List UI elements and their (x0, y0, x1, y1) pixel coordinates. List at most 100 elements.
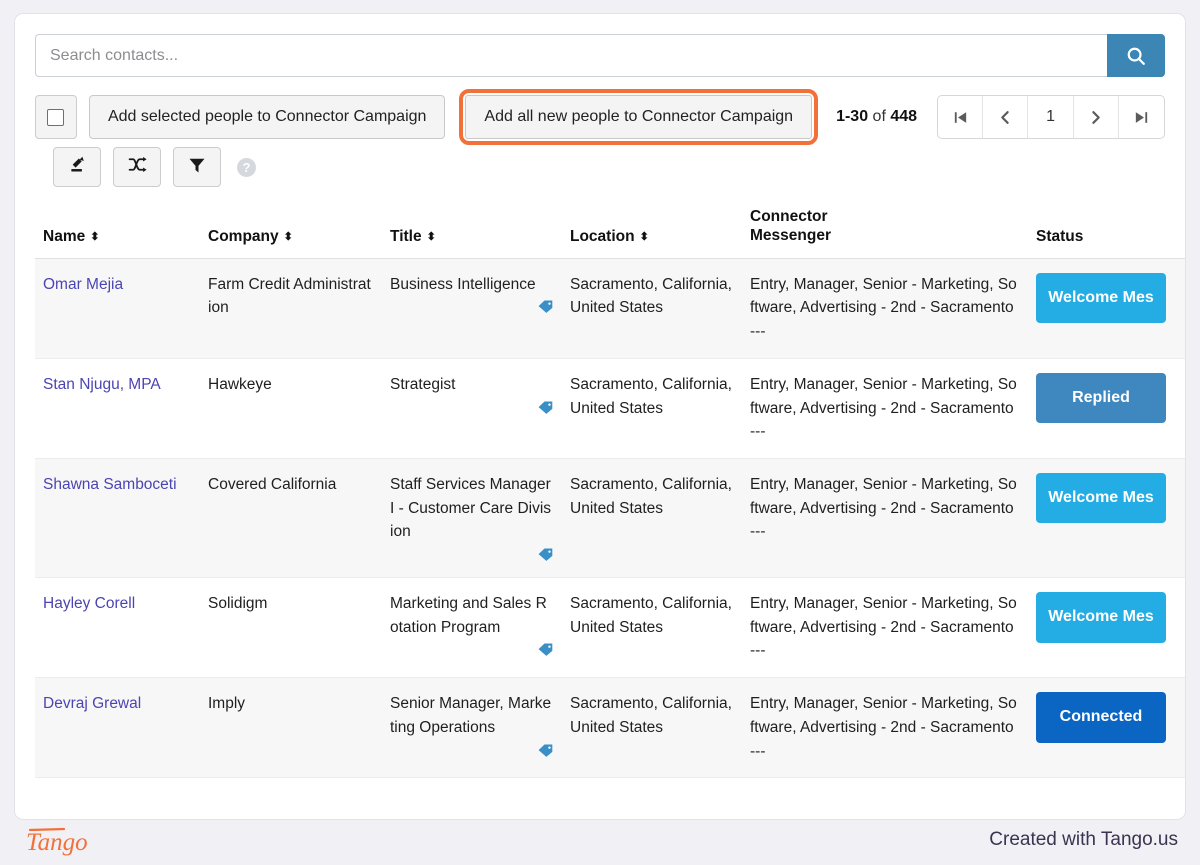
tag-icon[interactable] (390, 399, 554, 416)
column-header-name[interactable]: Name ⬍ (35, 197, 200, 259)
location-text: Sacramento, California, United States (570, 475, 732, 517)
filter-icon (187, 155, 207, 180)
tango-logo: Tango (22, 823, 122, 857)
contacts-table-body: Omar Mejia Farm Credit Administration Busi… (35, 258, 1185, 779)
sort-icon-location[interactable]: ⬍ (640, 231, 649, 243)
table-row: Omar Mejia Farm Credit Administration Busi… (35, 258, 1185, 359)
first-page-button[interactable] (938, 96, 984, 138)
next-page-button[interactable] (1074, 96, 1119, 138)
location-text: Sacramento, California, United States (570, 695, 732, 736)
connector-text: Entry, Manager, Senior - Marketing, Soft… (750, 475, 1017, 517)
column-label-title: Title (390, 227, 422, 245)
export-button[interactable] (53, 147, 101, 187)
result-range: 1-30 (836, 108, 869, 125)
title-text: Business Intelligence (390, 275, 536, 293)
status-badge[interactable]: Replied (1036, 372, 1166, 424)
primary-toolbar: Add selected people to Connector Campaig… (35, 89, 1165, 145)
cell-name: Shawna Samboceti (35, 458, 200, 579)
help-icon[interactable]: ? (237, 157, 256, 177)
contact-name-link[interactable]: Stan Njugu, MPA (43, 376, 161, 393)
select-all-checkbox[interactable] (35, 95, 77, 139)
table-row: Stan Njugu, MPA Hawkeye Strategist Sacramen… (35, 358, 1185, 459)
cell-title: Staff Services Manager I - Customer Care… (382, 458, 562, 579)
cell-title: Senior Manager, Marketing Operations (382, 677, 562, 779)
company-text: Hawkeye (208, 375, 272, 393)
contact-name-link[interactable]: Shawna Samboceti (43, 476, 177, 493)
tag-icon[interactable] (390, 641, 554, 658)
current-page-input[interactable]: 1 (1028, 96, 1074, 138)
title-text: Staff Services Manager I - Customer Care… (390, 475, 552, 541)
status-badge[interactable]: Welcome Mes (1036, 272, 1166, 324)
connector-subtext: --- (750, 642, 766, 660)
connector-subtext: --- (750, 742, 766, 760)
shuffle-icon (127, 154, 148, 180)
table-row: Devraj Grewal Imply Senior Manager, Market… (35, 677, 1185, 779)
tag-icon[interactable] (390, 546, 554, 563)
contact-name-link[interactable]: Devraj Grewal (43, 695, 141, 712)
location-text: Sacramento, California, United States (570, 595, 732, 636)
svg-text:Tango: Tango (26, 829, 88, 856)
search-bar (35, 34, 1165, 77)
column-header-connector-messenger: Connector Messenger (742, 197, 1028, 259)
tag-icon[interactable] (390, 742, 554, 759)
contact-name-link[interactable]: Hayley Corell (43, 595, 135, 612)
company-text: Solidigm (208, 595, 268, 613)
company-text: Covered California (208, 475, 337, 493)
connector-subtext: --- (750, 523, 766, 541)
table-row: Hayley Corell Solidigm Marketing and Sales… (35, 577, 1185, 679)
status-badge[interactable]: Connected (1036, 692, 1166, 743)
app-page: Add selected people to Connector Campaig… (0, 0, 1200, 865)
cell-title: Marketing and Sales Rotation Program (382, 577, 562, 679)
cell-location: Sacramento, California, United States (562, 577, 742, 679)
sort-icon-name[interactable]: ⬍ (90, 231, 99, 243)
shuffle-button[interactable] (113, 147, 161, 187)
column-label-company: Company (208, 227, 279, 245)
column-label-connector-line2: Messenger (750, 227, 831, 245)
add-all-new-highlight-ring: Add all new people to Connector Campaign (459, 89, 819, 145)
cell-company: Covered California (200, 458, 382, 579)
cell-connector-messenger: Entry, Manager, Senior - Marketing, Soft… (742, 677, 1028, 779)
cell-location: Sacramento, California, United States (562, 358, 742, 459)
tag-icon[interactable] (390, 298, 554, 315)
column-header-location[interactable]: Location ⬍ (562, 197, 742, 259)
cell-company: Farm Credit Administration (200, 258, 382, 359)
search-icon (1125, 45, 1147, 67)
status-badge[interactable]: Welcome Mes (1036, 472, 1166, 524)
cell-status: Welcome Mes (1028, 258, 1185, 359)
created-with-label: Created with Tango.us (989, 828, 1178, 850)
company-text: Farm Credit Administration (208, 275, 371, 317)
cell-status: Replied (1028, 358, 1185, 459)
cell-name: Stan Njugu, MPA (35, 358, 200, 459)
column-header-company[interactable]: Company ⬍ (200, 197, 382, 259)
cell-title: Business Intelligence (382, 258, 562, 359)
connector-subtext: --- (750, 323, 766, 341)
table-row: Shawna Samboceti Covered California Staff … (35, 458, 1185, 579)
status-badge[interactable]: Welcome Mes (1036, 592, 1166, 643)
prev-page-button[interactable] (983, 96, 1029, 138)
column-label-status: Status (1036, 227, 1084, 245)
add-selected-people-button[interactable]: Add selected people to Connector Campaig… (88, 95, 446, 139)
cell-name: Devraj Grewal (35, 677, 200, 779)
cell-status: Connected (1028, 677, 1185, 779)
connector-text: Entry, Manager, Senior - Marketing, Soft… (750, 275, 1017, 317)
add-all-new-people-button[interactable]: Add all new people to Connector Campaign (465, 95, 813, 139)
column-header-title[interactable]: Title ⬍ (382, 197, 562, 259)
connector-text: Entry, Manager, Senior - Marketing, Soft… (750, 595, 1017, 636)
tango-footer: Tango Created with Tango.us (0, 820, 1200, 865)
sort-icon-company[interactable]: ⬍ (284, 231, 293, 243)
last-page-button[interactable] (1119, 96, 1164, 138)
cell-company: Hawkeye (200, 358, 382, 459)
search-button[interactable] (1107, 34, 1165, 77)
search-input[interactable] (35, 34, 1107, 77)
filter-button[interactable] (173, 147, 221, 187)
cell-location: Sacramento, California, United States (562, 677, 742, 779)
cell-connector-messenger: Entry, Manager, Senior - Marketing, Soft… (742, 258, 1028, 359)
connector-text: Entry, Manager, Senior - Marketing, Soft… (750, 695, 1017, 736)
connector-text: Entry, Manager, Senior - Marketing, Soft… (750, 375, 1017, 417)
cell-location: Sacramento, California, United States (562, 258, 742, 359)
cell-title: Strategist (382, 358, 562, 459)
pagination-controls: 1 (937, 95, 1165, 139)
sort-icon-title[interactable]: ⬍ (427, 231, 436, 243)
contact-name-link[interactable]: Omar Mejia (43, 276, 123, 293)
title-text: Strategist (390, 375, 456, 393)
